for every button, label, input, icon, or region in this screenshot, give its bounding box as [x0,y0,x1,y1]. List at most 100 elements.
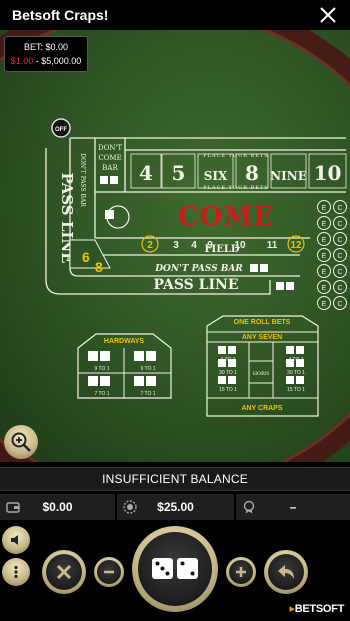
ec-letter: E [322,269,327,276]
hardway-odds: 7 TO 1 [94,391,109,397]
clear-bets-button[interactable] [42,550,86,594]
undo-button[interactable] [264,550,308,594]
status-bar: INSUFFICIENT BALANCE [0,467,350,491]
ec-letter: C [337,221,342,228]
plus-icon [236,567,246,577]
hardway-odds: 7 TO 1 [140,391,155,397]
balance-cell: $0.00 [0,494,115,520]
decrease-chip-button[interactable] [94,557,124,587]
one-roll-bets[interactable]: ONE ROLL BETS ANY SEVEN ANY CRAPS HORN 4… [206,315,319,417]
ec-letter: C [337,237,342,244]
place-bet-5[interactable]: 5 [161,153,196,189]
award-icon [243,500,255,514]
place-number-label: NINE [270,169,307,183]
horn-label[interactable]: HORN [253,371,270,377]
pass-line[interactable]: PASS LINE [153,277,238,293]
dont-pass-bar[interactable]: DON'T PASS BAR [154,264,243,274]
one-roll-label: ONE ROLL BETS [234,319,291,326]
any-seven[interactable]: ANY SEVEN [242,334,282,341]
dont-come-label-2: COME [98,154,121,162]
ec-letter: C [337,205,342,212]
field-number: 11 [267,240,278,251]
zoom-in-icon [11,432,31,452]
bet-limits-box: BET: $0.00 $1.00 - $5,000.00 [4,36,88,72]
any-craps[interactable]: ANY CRAPS [241,405,282,412]
dont-come-label-3: BAR [102,164,118,172]
come-dice [105,210,114,219]
big-six-eight[interactable]: 6 8 [69,239,111,275]
prop-odds: 15 TO 1 [287,387,305,393]
hardway-odds: 9 TO 1 [94,366,109,372]
app-title: Betsoft Craps! [12,7,109,23]
field-number: 2 [147,240,153,251]
place-number-label: 8 [245,161,259,185]
ec-letter: E [322,205,327,212]
betsoft-logo: ▸BETSOFT [289,603,345,615]
ec-letter: E [322,237,327,244]
big-six: 6 [82,249,90,265]
brand-bet: BET [294,603,316,615]
brand-soft: SOFT [315,603,344,615]
hardways-area[interactable]: HARDWAYS 9 TO 1 9 TO 1 7 TO 1 7 TO 1 [77,333,172,399]
dont-come-bar[interactable]: DON'T COME BAR [98,144,122,184]
table-limits: $1.00 - $5,000.00 [5,54,87,68]
balance-value: $0.00 [42,500,73,514]
big-eight: 8 [95,259,103,275]
prop-odds: 15 TO 1 [219,387,237,393]
close-icon[interactable] [318,5,338,25]
come-area[interactable]: COME [178,202,274,232]
place-bet-nine[interactable]: NINE [270,153,307,189]
prop-odds: 30 TO 1 [219,370,237,376]
place-number-label: 10 [314,161,342,185]
prop-bet[interactable]: 15 TO 1 [286,376,305,393]
place-bet-10[interactable]: 10 [308,153,347,189]
place-bet-six[interactable]: SIX [197,153,234,189]
place-number-label: 5 [172,161,186,185]
prop-odds: 30 TO 1 [287,370,305,376]
chip-cell: $25.00 [117,494,234,520]
chip-value: $25.00 [157,500,194,514]
dont-pass-bar-vertical[interactable]: DON'T PASS BAR [79,153,86,207]
hardway-odds: 9 TO 1 [140,366,155,372]
ec-letter: E [322,301,327,308]
dont-come-label-1: DON'T [98,144,122,152]
minus-icon [104,570,114,574]
ec-letter: E [322,285,327,292]
menu-button[interactable] [2,558,30,586]
more-vertical-icon [14,565,18,579]
close-x-icon [56,564,72,580]
hardway-bet[interactable]: 7 TO 1 [134,376,156,397]
win-cell: – [236,494,350,520]
prop-bet[interactable]: 15 TO 1 [218,376,237,393]
increase-chip-button[interactable] [226,557,256,587]
off-label: OFF [55,127,67,133]
place-number-label: 4 [139,161,153,185]
control-panel: ▸BETSOFT [0,522,350,621]
win-value: – [289,500,297,514]
status-message: INSUFFICIENT BALANCE [102,472,248,486]
current-bet: BET: $0.00 [23,42,69,52]
ec-letter: C [337,269,342,276]
table-min: $1.00 [10,56,34,66]
ec-letter: E [322,253,327,260]
field-number: 12 [290,240,302,251]
wallet-icon [6,502,20,513]
zoom-button[interactable] [4,425,38,459]
field-label[interactable]: FIELD [204,244,239,255]
title-bar: Betsoft Craps! [0,0,350,30]
field-number: 3 [173,240,179,251]
ec-letter: C [337,285,342,292]
hardway-bet[interactable]: 9 TO 1 [88,351,110,372]
hardways-label: HARDWAYS [104,338,145,345]
ec-letter: C [337,301,342,308]
roll-dice-button[interactable] [132,526,218,612]
hardway-bet[interactable]: 9 TO 1 [134,351,156,372]
hardway-bet[interactable]: 7 TO 1 [88,376,110,397]
table-max: - $5,000.00 [33,56,82,66]
sound-button[interactable] [2,526,30,554]
place-bet-8[interactable]: 8 [235,153,269,189]
place-bet-4[interactable]: 4 [130,153,162,189]
info-bar: $0.00 $25.00 – [0,494,350,520]
field-number: 4 [191,240,197,251]
ec-bets[interactable]: E C E C E C E C E C E C E C [317,200,347,310]
